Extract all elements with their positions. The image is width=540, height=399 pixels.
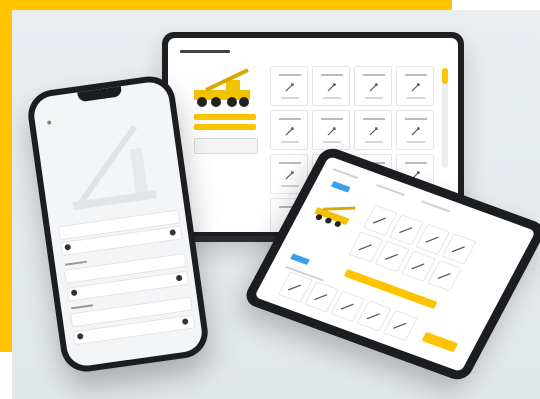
config-tile[interactable]: [396, 66, 434, 106]
tile-label: [405, 118, 427, 120]
tile-label: [405, 162, 427, 164]
crane-config-icon: [340, 303, 354, 310]
crane-config-icon: [314, 294, 328, 301]
status-badge: [330, 181, 351, 193]
section-label: [65, 260, 88, 266]
crane-config-icon: [369, 127, 378, 136]
tile-label: [321, 74, 343, 76]
tile-sublabel: [281, 185, 299, 187]
brand-yellow-edge: [0, 0, 12, 352]
config-tile[interactable]: [270, 66, 308, 106]
tile-label: [279, 118, 301, 120]
scrollbar[interactable]: [442, 68, 448, 168]
tablet-tab[interactable]: [376, 184, 406, 197]
crane-config-icon: [411, 127, 420, 136]
crane-config-icon: [411, 83, 420, 92]
crane-config-icon: [384, 253, 399, 260]
select-crane-button[interactable]: [194, 114, 256, 120]
crane-config-icon: [285, 171, 294, 180]
crane-config-icon: [372, 217, 386, 224]
tile-sublabel: [281, 141, 299, 143]
next-button[interactable]: [421, 331, 459, 353]
page-title: [180, 50, 230, 53]
tile-label: [405, 74, 427, 76]
crane-config-icon: [358, 244, 372, 251]
crane-config-icon: [327, 83, 336, 92]
back-icon[interactable]: [46, 120, 52, 125]
crane-config-icon: [366, 313, 380, 320]
tile-sublabel: [407, 97, 425, 99]
crane-icon: [194, 68, 250, 107]
crane-config-icon: [411, 263, 425, 270]
crane-icon: [314, 206, 356, 227]
crane-config-icon: [285, 83, 294, 92]
section-label: [71, 304, 94, 310]
phone-screen: [31, 79, 205, 369]
crane-info-box: [194, 138, 258, 154]
crane-config-icon: [399, 227, 413, 234]
tile-label: [279, 74, 301, 76]
crane-config-icon: [451, 246, 465, 253]
config-tile[interactable]: [312, 66, 350, 106]
config-tile[interactable]: [270, 110, 308, 150]
phone-notch: [77, 86, 123, 103]
tile-label: [363, 118, 385, 120]
tablet-tab[interactable]: [421, 200, 451, 213]
crane-config-icon: [393, 322, 407, 329]
config-tile[interactable]: [354, 66, 392, 106]
tile-sublabel: [323, 97, 341, 99]
scroll-thumb[interactable]: [442, 68, 448, 84]
tile-label: [279, 162, 301, 164]
tile-sublabel: [323, 141, 341, 143]
config-tile[interactable]: [312, 110, 350, 150]
tile-label: [363, 74, 385, 76]
crane-config-icon: [287, 284, 302, 291]
tile-sublabel: [365, 97, 383, 99]
crane-config-icon: [425, 236, 439, 243]
brand-yellow-band: [0, 0, 452, 10]
marketing-scene: [0, 0, 540, 399]
tile-sublabel: [407, 141, 425, 143]
tile-sublabel: [281, 97, 299, 99]
crane-config-icon: [327, 127, 336, 136]
crane-boom-icon: [72, 125, 157, 211]
tile-sublabel: [365, 141, 383, 143]
config-tile[interactable]: [396, 110, 434, 150]
crane-config-icon: [285, 127, 294, 136]
crane-config-icon: [369, 83, 378, 92]
tablet-title: [332, 168, 359, 179]
config-tile[interactable]: [354, 110, 392, 150]
tile-label: [321, 118, 343, 120]
configure-button[interactable]: [194, 124, 256, 130]
crane-product-card: [186, 64, 264, 164]
status-badge: [290, 253, 310, 265]
crane-config-icon: [437, 272, 451, 280]
